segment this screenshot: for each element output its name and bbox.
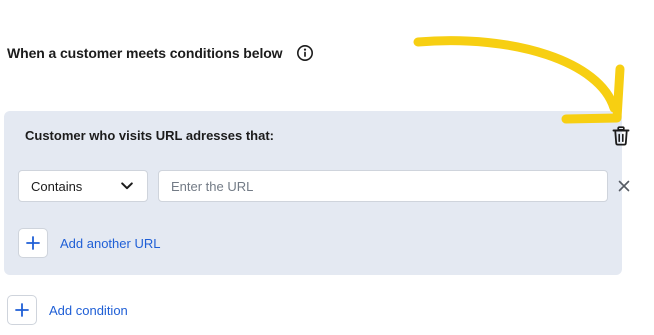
add-condition-label: Add condition [49, 302, 128, 318]
url-input[interactable] [158, 170, 608, 202]
plus-icon [18, 228, 48, 258]
add-another-url-button[interactable]: Add another URL [18, 228, 160, 258]
info-icon[interactable] [296, 44, 314, 62]
add-another-url-label: Add another URL [60, 235, 161, 251]
chevron-down-icon [121, 182, 133, 190]
close-icon [618, 180, 630, 192]
remove-url-button[interactable] [616, 178, 632, 194]
panel-title: Customer who visits URL adresses that: [25, 128, 274, 143]
operator-select[interactable]: Contains [18, 170, 148, 202]
section-title: When a customer meets conditions below [7, 45, 283, 61]
add-condition-button[interactable]: Add condition [7, 295, 128, 325]
plus-icon [7, 295, 37, 325]
section-heading: When a customer meets conditions below [7, 43, 314, 63]
trash-icon [612, 126, 630, 146]
delete-condition-button[interactable] [611, 125, 631, 147]
operator-select-value: Contains [31, 178, 83, 194]
